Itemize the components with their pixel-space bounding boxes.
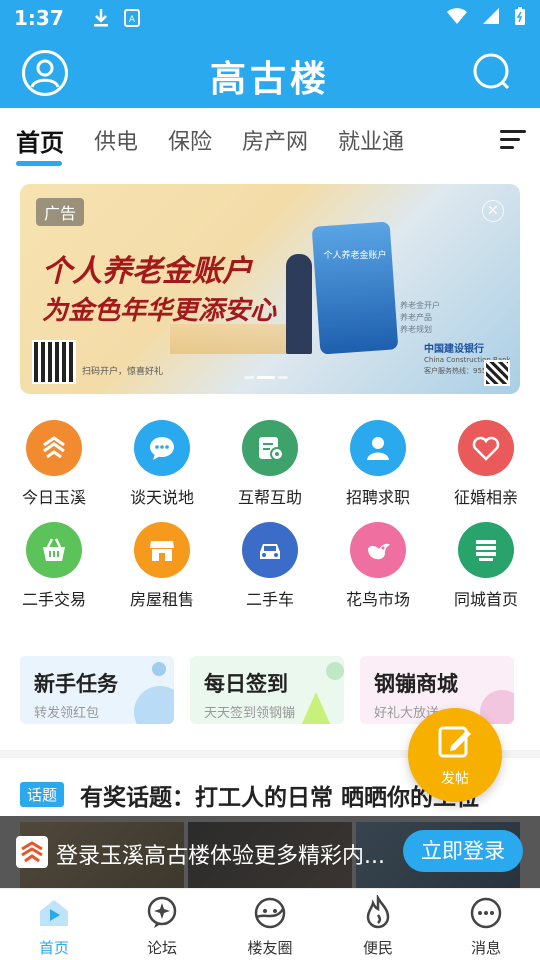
new-post-label: 发帖 [441,771,469,787]
grid-label: 二手交易 [21,590,86,609]
promo-newbie-tasks[interactable]: 新手任务 转发领红包 [20,656,174,724]
ad-banner[interactable]: 个人养老金账户 为金色年华更添安心 个人养老金账户 养老金开户 养老产品 养老规… [20,184,520,394]
nav-messages[interactable]: 消息 [432,889,540,960]
promo-daily-checkin[interactable]: 每日签到 天天签到领钢镚 [190,656,344,724]
grid-item-chat[interactable]: 谈天说地 [108,420,216,508]
bird-icon [350,522,406,578]
grid-label: 谈天说地 [129,488,194,507]
nav-label: 楼友圈 [247,939,293,957]
grid-label: 房屋租售 [129,590,194,609]
ad-headline: 个人养老金账户 [42,254,252,289]
yuxi-logo-icon [26,420,82,476]
ad-scan-text: 扫码开户，惊喜好礼 [82,367,164,377]
ad-qr-code [32,340,76,384]
search-button[interactable] [472,52,512,92]
ad-qr-code-small [484,360,510,386]
new-post-button[interactable]: 发帖 [408,708,502,802]
ad-tag: 养老金开户 [400,301,440,310]
ad-bank-name: 中国建设银行 [424,344,484,355]
tab-power[interactable]: 供电 [94,124,138,156]
search-icon [473,53,510,90]
bottom-navigation: 首页 论坛 楼友圈 便民 消息 [0,888,540,960]
grid-item-recruit[interactable]: 招聘求职 [324,420,432,508]
promo-title: 钢镚商城 [374,672,458,696]
login-prompt-bar: 登录玉溪高古楼体验更多精彩内... 立即登录 [0,816,540,888]
ad-subheadline: 为金色年华更添安心 [42,296,277,326]
grid-label: 同城首页 [453,590,518,609]
ad-tag: 养老产品 [400,313,432,322]
grid-item-dating[interactable]: 征婚相亲 [432,420,540,508]
grid-label: 花鸟市场 [345,590,410,609]
app-logo-icon [16,836,48,868]
ad-close-button[interactable]: ✕ [482,200,504,222]
ad-tags: 养老金开户 养老产品 养老规划 [400,300,440,336]
grid-label: 征婚相亲 [453,488,518,507]
nav-friends-circle[interactable]: 楼友圈 [216,889,324,960]
grid-item-mutual-help[interactable]: 互帮互助 [216,420,324,508]
forum-icon [147,896,177,928]
car-icon [242,522,298,578]
heart-icon [458,420,514,476]
store-icon [134,522,190,578]
nav-bar: 高古楼 [0,36,540,108]
tab-home[interactable]: 首页 [16,123,64,166]
tab-real-estate[interactable]: 房产网 [242,124,308,156]
nav-label: 消息 [470,939,501,957]
grid-item-city-home[interactable]: 同城首页 [432,522,540,610]
notification-app-icon: A [123,9,140,27]
login-button[interactable]: 立即登录 [403,830,523,872]
nav-home[interactable]: 首页 [0,889,108,960]
status-bar: 1:37 A [0,0,540,36]
nav-label: 便民 [362,939,393,957]
nav-forum[interactable]: 论坛 [108,889,216,960]
tab-jobs[interactable]: 就业通 [338,124,404,156]
category-tabs: 首页 供电 保险 房产网 就业通 [0,108,540,172]
grid-item-housing[interactable]: 房屋租售 [108,522,216,610]
carousel-indicator [244,376,288,379]
topic-badge: 话题 [20,782,65,807]
tabs-menu-button[interactable] [500,130,526,150]
ad-phone-image [311,221,399,355]
grid-label: 今日玉溪 [21,488,86,507]
grid-label: 二手车 [245,590,294,609]
top-bar: 1:37 A 高古楼 [0,0,540,108]
battery-icon [514,6,526,31]
person-icon [350,420,406,476]
nav-label: 论坛 [146,939,177,957]
grid-label: 招聘求职 [345,488,410,507]
grid-item-second-hand[interactable]: 二手交易 [0,522,108,610]
flame-icon [366,893,390,929]
home-icon [40,900,68,926]
ad-tag: 养老规划 [400,325,432,334]
grid-item-flower-bird[interactable]: 花鸟市场 [324,522,432,610]
svg-text:A: A [129,15,136,25]
brand-logo: 高古楼 [209,59,330,100]
ad-person-figure [286,254,312,354]
message-icon [470,897,502,929]
grid-item-today-yuxi[interactable]: 今日玉溪 [0,420,108,508]
help-card-icon [242,420,298,476]
stack-icon [458,522,514,578]
login-prompt-text: 登录玉溪高古楼体验更多精彩内... [56,844,385,869]
grid-label: 互帮互助 [237,488,302,507]
chat-bubble-icon [134,420,190,476]
download-icon [92,8,110,28]
circle-icon [254,897,286,929]
edit-icon [438,726,471,758]
grid-item-used-car[interactable]: 二手车 [216,522,324,610]
ad-label: 广告 [36,198,85,226]
signal-icon [482,6,500,30]
nav-convenience[interactable]: 便民 [324,889,432,960]
basket-icon [26,522,82,578]
status-time: 1:37 [14,6,64,30]
nav-label: 首页 [38,939,69,957]
wifi-icon [446,6,468,30]
tab-insurance[interactable]: 保险 [168,124,212,156]
ad-phone-text: 个人养老金账户 [323,251,387,261]
